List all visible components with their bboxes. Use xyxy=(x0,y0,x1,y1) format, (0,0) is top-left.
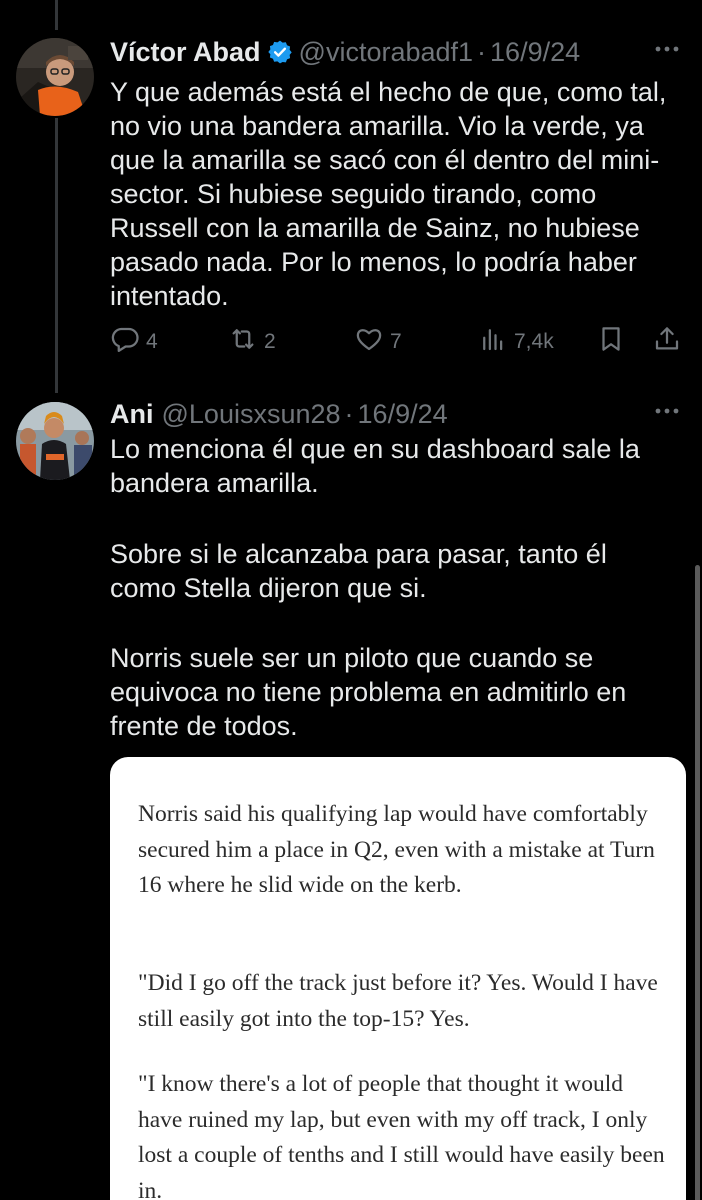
scrollbar[interactable] xyxy=(695,565,700,1200)
tweet-text-paragraph: Norris suele ser un piloto que cuando se… xyxy=(110,643,627,741)
quote-paragraph: "I know there's a lot of people that tho… xyxy=(138,1071,665,1200)
reply-icon xyxy=(110,324,140,360)
share-icon xyxy=(652,324,682,360)
handle[interactable]: @Louisxsun28 xyxy=(162,399,341,430)
repost-button[interactable]: 2 xyxy=(228,322,276,362)
bookmark-button[interactable] xyxy=(596,322,626,362)
tweet-header: Ani @Louisxsun28 · 16/9/24 xyxy=(110,396,682,432)
avatar[interactable] xyxy=(16,402,94,480)
display-name[interactable]: Víctor Abad xyxy=(110,37,261,68)
views-icon xyxy=(478,324,508,360)
share-button[interactable] xyxy=(652,322,682,362)
like-count: 7 xyxy=(390,330,402,353)
views-button[interactable]: 7,4k xyxy=(478,322,554,362)
tweet-text: Y que además está el hecho de que, como … xyxy=(110,77,667,311)
display-name[interactable]: Ani xyxy=(110,399,154,430)
attached-image-quote-card[interactable]: Norris said his qualifying lap would hav… xyxy=(110,757,686,1200)
quote-paragraph: "Did I go off the track just before it? … xyxy=(138,970,658,1032)
tweet-date[interactable]: 16/9/24 xyxy=(490,37,580,68)
thread-view: Víctor Abad @victorabadf1 · 16/9/24 Y qu… xyxy=(0,0,702,1200)
tweet-header: Víctor Abad @victorabadf1 · 16/9/24 xyxy=(110,34,682,70)
separator-dot: · xyxy=(477,36,487,67)
reply-button[interactable]: 4 xyxy=(110,322,158,362)
tweet-text-paragraph: Sobre si le alcanzaba para pasar, tanto … xyxy=(110,539,607,603)
more-options-icon[interactable] xyxy=(652,396,682,433)
verified-badge-icon xyxy=(267,39,293,65)
bookmark-icon xyxy=(596,324,626,360)
quote-paragraph: Norris said his qualifying lap would hav… xyxy=(138,801,655,898)
handle[interactable]: @victorabadf1 xyxy=(299,37,474,68)
thread-connector-line xyxy=(55,0,58,30)
avatar[interactable] xyxy=(16,38,94,116)
views-count: 7,4k xyxy=(514,330,554,353)
tweet-actions: 4 2 7 7,4k xyxy=(110,322,690,362)
reply-count: 4 xyxy=(146,330,158,353)
separator-dot: · xyxy=(344,398,354,429)
repost-icon xyxy=(228,324,258,360)
thread-connector-line xyxy=(55,118,58,393)
tweet-text-paragraph: Lo menciona él que en su dashboard sale … xyxy=(110,434,640,498)
more-options-icon[interactable] xyxy=(652,34,682,71)
heart-icon xyxy=(354,324,384,360)
tweet-date[interactable]: 16/9/24 xyxy=(358,399,448,430)
like-button[interactable]: 7 xyxy=(354,322,402,362)
repost-count: 2 xyxy=(264,330,276,353)
